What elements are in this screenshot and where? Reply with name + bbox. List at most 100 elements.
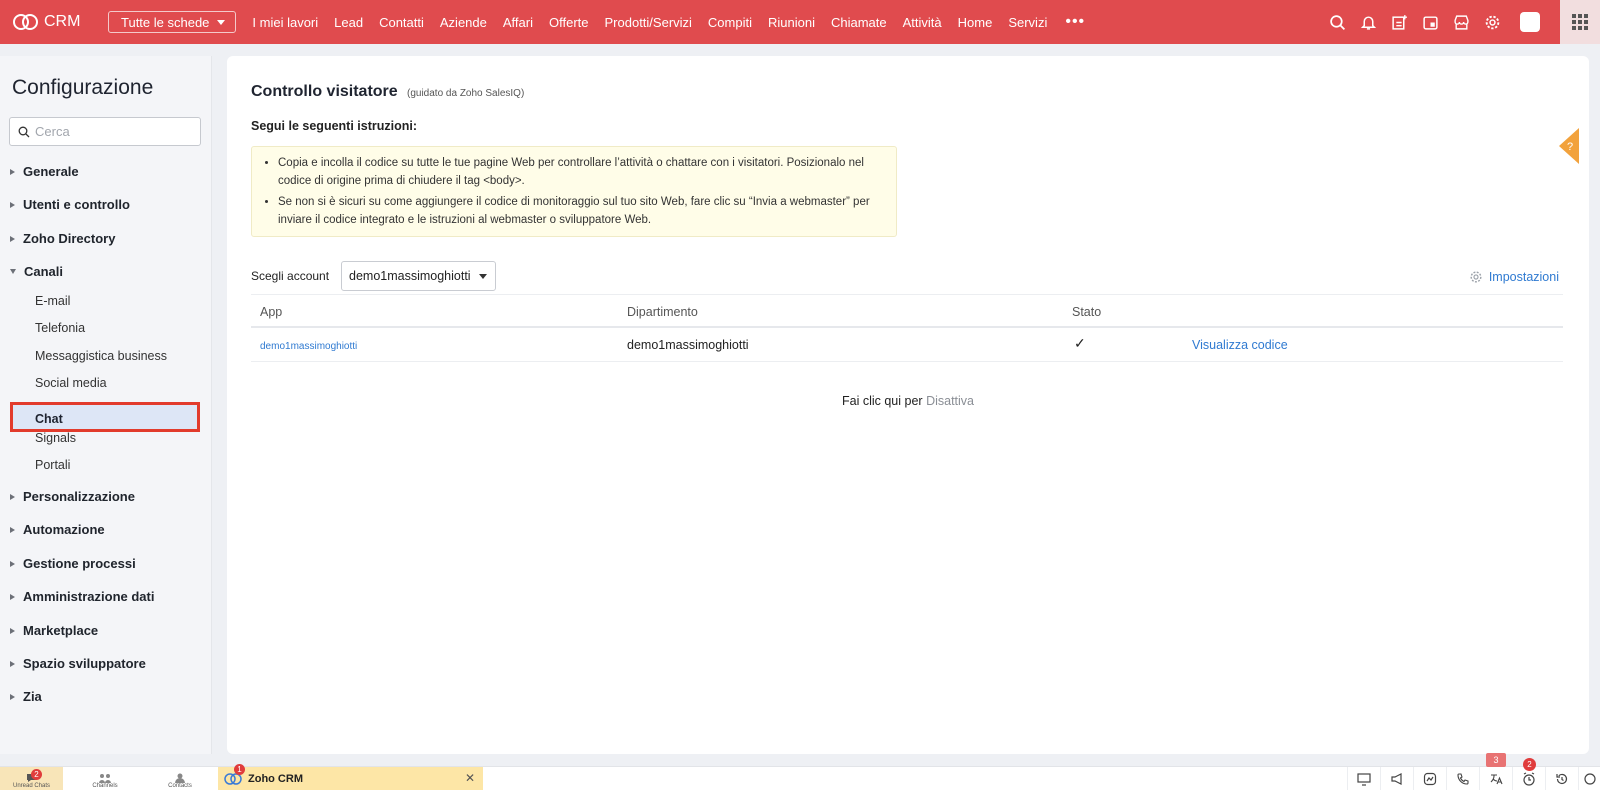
calendar-button[interactable]	[1415, 0, 1446, 44]
apps-grid-button[interactable]	[1560, 0, 1600, 44]
nav-item[interactable]: Prodotti/Servizi	[597, 15, 700, 30]
settings-link[interactable]: Impostazioni	[1469, 270, 1559, 284]
sidebar-item-generale[interactable]: Generale	[10, 164, 79, 179]
settings-label: Impostazioni	[1488, 270, 1559, 284]
nav-item[interactable]: Contatti	[371, 15, 432, 30]
chevron-right-icon	[10, 660, 15, 667]
sidebar-item-gestione-processi[interactable]: Gestione processi	[10, 556, 136, 571]
sidebar-item-portali[interactable]: Portali	[35, 458, 70, 472]
deactivate-text: Fai clic qui per	[841, 394, 923, 408]
app-link[interactable]: demo1massimoghiotti	[260, 341, 357, 352]
nav-item[interactable]: Aziende	[432, 15, 495, 30]
sidebar-item-spazio-sviluppatore[interactable]: Spazio sviluppatore	[10, 656, 146, 671]
settings-button[interactable]	[1477, 0, 1508, 44]
sidebar-item-zoho-directory[interactable]: Zoho Directory	[10, 231, 115, 246]
chevron-right-icon	[10, 235, 15, 242]
all-modules-dropdown[interactable]: Tutte le schede	[108, 11, 237, 33]
more-modules-button[interactable]: •••	[1055, 13, 1095, 31]
call-button[interactable]	[1446, 767, 1479, 790]
search-button[interactable]	[1322, 0, 1353, 44]
chevron-right-icon	[10, 627, 15, 634]
add-note-button[interactable]	[1384, 0, 1415, 44]
deactivate-row: Fai clic qui per Disattiva	[227, 394, 1589, 408]
unread-chats-button[interactable]: Unread Chats 2	[0, 767, 63, 790]
page-title: Controllo visitatore	[251, 83, 398, 100]
sidebar-item-label: Utenti e controllo	[23, 197, 130, 212]
chevron-down-icon	[478, 273, 487, 279]
avatar[interactable]	[1520, 12, 1540, 32]
sidebar-item-chat[interactable]: Chat	[10, 402, 200, 432]
account-value: demo1massimoghiotti	[349, 269, 471, 283]
column-header-app: App	[260, 305, 283, 319]
activity-button[interactable]	[1413, 767, 1446, 790]
search-input[interactable]	[35, 124, 185, 139]
gear-icon	[1470, 271, 1482, 283]
announcement-button[interactable]	[1380, 767, 1413, 790]
instruction-item: Copia e incolla il codice su tutte le tu…	[278, 155, 886, 190]
sidebar-title: Configurazione	[12, 76, 154, 99]
sidebar-item-messaggistica[interactable]: Messaggistica business	[35, 349, 167, 363]
sidebar-item-zia[interactable]: Zia	[10, 689, 42, 704]
settings-sidebar: Configurazione Generale Utenti e control…	[0, 56, 212, 754]
notifications-button[interactable]	[1353, 0, 1384, 44]
nav-item[interactable]: Servizi	[1000, 15, 1055, 30]
zoho-crm-chat-tab[interactable]: Zoho CRM ✕ 1	[218, 764, 483, 790]
sidebar-item-social-media[interactable]: Social media	[35, 376, 107, 390]
nav-item[interactable]: I miei lavori	[244, 15, 326, 30]
helpdesk-button[interactable]	[1578, 767, 1600, 790]
nav-item[interactable]: Lead	[326, 15, 371, 30]
sidebar-search[interactable]	[9, 117, 201, 146]
contacts-button[interactable]: Contacts	[155, 767, 205, 790]
close-icon[interactable]: ✕	[465, 771, 475, 785]
sidebar-item-label: Personalizzazione	[23, 489, 135, 504]
top-actions	[1322, 0, 1540, 44]
sidebar-item-personalizzazione[interactable]: Personalizzazione	[10, 489, 135, 504]
chevron-right-icon	[10, 526, 15, 533]
sidebar-item-automazione[interactable]: Automazione	[10, 522, 105, 537]
all-modules-label: Tutte le schede	[121, 14, 210, 30]
nav-item[interactable]: Compiti	[700, 15, 760, 30]
chevron-right-icon	[10, 560, 15, 567]
nav-item[interactable]: Chiamate	[823, 15, 895, 30]
screen-share-icon	[1357, 773, 1371, 786]
translate-button[interactable]: 3	[1479, 753, 1512, 790]
unread-badge: 2	[31, 769, 42, 780]
chevron-right-icon	[10, 201, 15, 208]
channels-button[interactable]: Channels	[80, 767, 130, 790]
sidebar-item-signals[interactable]: Signals	[35, 431, 76, 445]
reminder-button[interactable]: 2	[1512, 758, 1545, 790]
sidebar-item-canali[interactable]: Canali	[10, 264, 63, 279]
reminder-badge: 2	[1523, 758, 1536, 771]
nav-item[interactable]: Affari	[495, 15, 541, 30]
sidebar-item-amministrazione-dati[interactable]: Amministrazione dati	[10, 589, 154, 604]
nav-item[interactable]: Home	[950, 15, 1001, 30]
crm-logo[interactable]: CRM	[12, 12, 94, 32]
deactivate-link[interactable]: Disattiva	[926, 394, 974, 408]
nav-item[interactable]: Riunioni	[760, 15, 823, 30]
gear-icon	[1485, 15, 1500, 29]
nav-item[interactable]: Offerte	[541, 15, 597, 30]
account-select[interactable]: demo1massimoghiotti	[341, 261, 496, 291]
sidebar-item-telefonia[interactable]: Telefonia	[35, 321, 85, 335]
translate-badge: 3	[1486, 753, 1506, 767]
nav-item[interactable]: Attività	[895, 15, 950, 30]
bottom-bar: Unread Chats 2 Channels Contacts Zoho CR…	[0, 753, 1600, 790]
status-check-icon: ✓	[1074, 335, 1086, 351]
sidebar-item-utenti[interactable]: Utenti e controllo	[10, 197, 130, 212]
top-navbar: CRM Tutte le schede I miei lavori Lead C…	[0, 0, 1600, 44]
instructions-heading: Segui le seguenti istruzioni:	[251, 119, 417, 133]
sidebar-item-label: Marketplace	[23, 623, 99, 638]
marketplace-button[interactable]	[1446, 0, 1477, 44]
sidebar-item-marketplace[interactable]: Marketplace	[10, 623, 98, 638]
chevron-right-icon	[10, 493, 15, 500]
history-button[interactable]	[1545, 767, 1578, 790]
screen-share-button[interactable]	[1347, 767, 1380, 790]
view-code-link[interactable]: Visualizza codice	[1192, 338, 1288, 352]
module-nav: I miei lavori Lead Contatti Aziende Affa…	[244, 13, 1095, 31]
history-icon	[1556, 773, 1568, 785]
megaphone-icon	[1391, 773, 1402, 785]
bottom-tools: 3 2	[1347, 753, 1600, 790]
chevron-right-icon	[10, 593, 15, 600]
help-icon[interactable]: ?	[1555, 128, 1579, 164]
sidebar-item-email[interactable]: E-mail	[35, 294, 70, 308]
